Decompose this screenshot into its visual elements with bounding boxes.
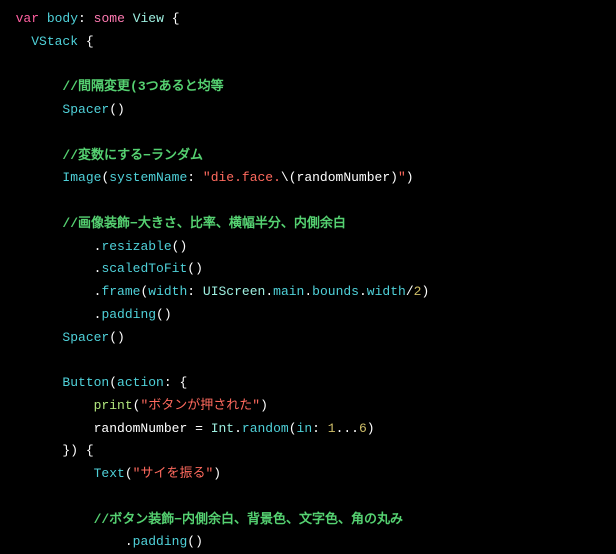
- param-systemname: systemName: [109, 170, 187, 185]
- ident-randomnumber: randomNumber: [94, 421, 188, 436]
- comment: //間隔変更(3つあると均等: [62, 79, 223, 94]
- line: var body: some View {: [0, 11, 180, 26]
- blank-line: [0, 193, 8, 208]
- fn-print: print: [94, 398, 133, 413]
- type-uiscreen: UIScreen: [203, 284, 265, 299]
- comment: //ボタン装飾−内側余白、背景色、文字色、角の丸み: [94, 512, 403, 527]
- blank-line: [0, 57, 8, 72]
- comment: //画像装飾−大きさ、比率、横幅半分、内側余白: [62, 216, 345, 231]
- number-literal: 1: [328, 421, 336, 436]
- string-literal: "サイを振る": [133, 466, 214, 481]
- line: randomNumber = Int.random(in: 1...6): [0, 421, 375, 436]
- ident-resizable: resizable: [101, 239, 171, 254]
- ident-padding: padding: [101, 307, 156, 322]
- blank-line: [0, 489, 8, 504]
- param-width: width: [148, 284, 187, 299]
- line: //画像装飾−大きさ、比率、横幅半分、内側余白: [0, 216, 346, 231]
- code-block: var body: some View { VStack { //間隔変更(3つ…: [0, 0, 616, 554]
- line: //ボタン装飾−内側余白、背景色、文字色、角の丸み: [0, 512, 403, 527]
- ident-button: Button: [62, 375, 109, 390]
- line: print("ボタンが押された"): [0, 398, 268, 413]
- string-literal: "die.face.\(randomNumber)": [203, 170, 406, 185]
- line: Text("サイを振る"): [0, 466, 221, 481]
- line: .resizable(): [0, 239, 187, 254]
- keyword-some: some: [94, 11, 125, 26]
- line: Button(action: {: [0, 375, 187, 390]
- string-literal: "ボタンが押された": [140, 398, 260, 413]
- line: .scaledToFit(): [0, 261, 203, 276]
- line: VStack {: [0, 34, 94, 49]
- blank-line: [0, 352, 8, 367]
- line: Spacer(): [0, 102, 125, 117]
- ident-scaledtofit: scaledToFit: [101, 261, 187, 276]
- ident-spacer: Spacer: [62, 330, 109, 345]
- ident-padding: padding: [133, 534, 188, 549]
- ident-vstack: VStack: [31, 34, 78, 49]
- ident-random: random: [242, 421, 289, 436]
- number-literal: 6: [359, 421, 367, 436]
- line: //間隔変更(3つあると均等: [0, 79, 224, 94]
- param-action: action: [117, 375, 164, 390]
- line: .padding(): [0, 307, 172, 322]
- type-view: View: [133, 11, 164, 26]
- keyword-var: var: [16, 11, 39, 26]
- ident-body: body: [47, 11, 78, 26]
- line: Spacer(): [0, 330, 125, 345]
- ident-image: Image: [62, 170, 101, 185]
- line: //変数にする−ランダム: [0, 148, 203, 163]
- line: Image(systemName: "die.face.\(randomNumb…: [0, 170, 414, 185]
- ident-frame: frame: [101, 284, 140, 299]
- blank-line: [0, 125, 8, 140]
- line: .padding(): [0, 534, 203, 549]
- line: }) {: [0, 443, 94, 458]
- type-int: Int: [211, 421, 234, 436]
- line: .frame(width: UIScreen.main.bounds.width…: [0, 284, 429, 299]
- ident-text: Text: [94, 466, 125, 481]
- comment: //変数にする−ランダム: [62, 148, 203, 163]
- param-in: in: [297, 421, 313, 436]
- ident-spacer: Spacer: [62, 102, 109, 117]
